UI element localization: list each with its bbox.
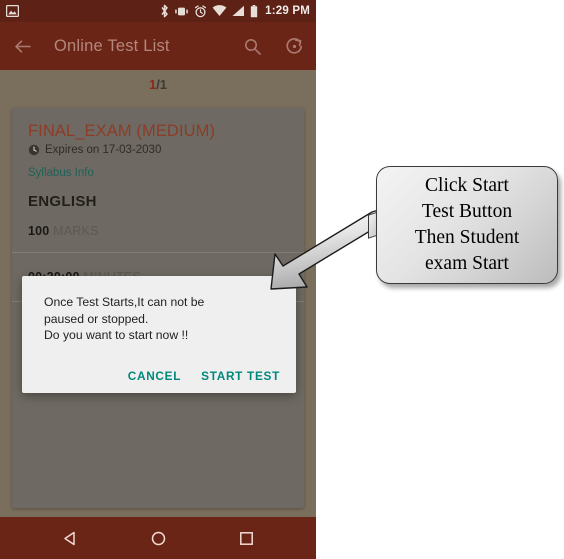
app-bar: Online Test List (0, 22, 316, 70)
page-title: Online Test List (54, 36, 170, 55)
status-bar-right: 1:29 PM (160, 4, 310, 18)
cancel-button[interactable]: CANCEL (128, 369, 181, 383)
vibrate-icon (174, 5, 189, 18)
phone-screenshot: 1:29 PM Online Test List 1/1 FINAL_EXAM … (0, 0, 316, 559)
android-nav-bar (0, 517, 316, 559)
content-area: 1/1 FINAL_EXAM (MEDIUM) Expires on 17-03… (0, 70, 316, 517)
expiry-text: Expires on 17-03-2030 (45, 144, 162, 156)
clock-icon (28, 144, 40, 156)
subject-name: ENGLISH (28, 193, 97, 210)
battery-icon (250, 4, 258, 18)
annotation-callout: Click Start Test Button Then Student exa… (376, 166, 558, 284)
image-icon (6, 5, 19, 17)
arrow-back-icon[interactable] (10, 34, 34, 58)
marks-value: 100 (28, 224, 50, 238)
marks-row: 100 MARKS (28, 224, 288, 238)
pagination-indicator: 1/1 (0, 70, 316, 92)
card-divider-1 (12, 252, 304, 253)
marks-unit: MARKS (53, 224, 99, 238)
dialog-message: Once Test Starts,It can not be paused or… (44, 295, 205, 342)
callout-text: Click Start Test Button Then Student exa… (414, 175, 520, 274)
expiry-row: Expires on 17-03-2030 (28, 144, 288, 156)
refresh-icon[interactable] (282, 34, 306, 58)
syllabus-info-link[interactable]: Syllabus Info (28, 167, 288, 179)
bluetooth-icon (160, 4, 169, 18)
pagination-total: /1 (156, 77, 168, 92)
status-bar-clock: 1:29 PM (265, 5, 310, 17)
nav-back-icon[interactable] (57, 525, 83, 551)
wifi-icon (212, 5, 227, 17)
nav-recents-icon[interactable] (233, 525, 259, 551)
search-icon[interactable] (240, 34, 264, 58)
status-bar-left (6, 5, 19, 17)
alarm-icon (194, 4, 207, 18)
dialog-actions: CANCEL START TEST (128, 369, 280, 383)
exam-title: FINAL_EXAM (MEDIUM) (28, 122, 216, 140)
dialog-start-test-button[interactable]: START TEST (201, 369, 280, 383)
status-bar: 1:29 PM (0, 0, 316, 22)
nav-home-icon[interactable] (145, 525, 171, 551)
signal-icon (232, 5, 245, 17)
confirmation-dialog: Once Test Starts,It can not be paused or… (22, 276, 296, 393)
